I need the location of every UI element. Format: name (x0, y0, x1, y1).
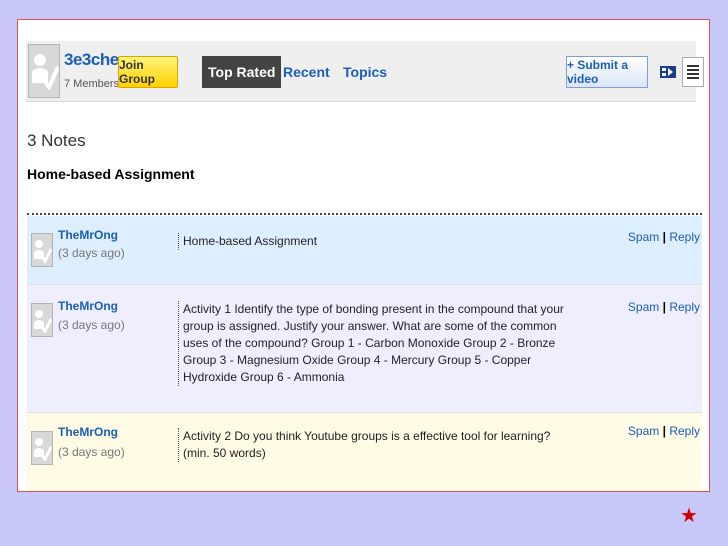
note-author[interactable]: TheMrOng (58, 425, 118, 439)
note-timestamp: (3 days ago) (58, 318, 125, 332)
divider (27, 213, 702, 215)
reply-link[interactable]: Reply (669, 230, 700, 244)
reply-link[interactable]: Reply (669, 300, 700, 314)
note-author[interactable]: TheMrOng (58, 228, 118, 242)
spam-link[interactable]: Spam (628, 230, 659, 244)
tab-topics[interactable]: Topics (343, 56, 387, 88)
group-avatar[interactable] (28, 44, 60, 98)
notes-subtitle: Home-based Assignment (27, 166, 195, 182)
star-icon: ★ (680, 505, 698, 527)
note-text: Activity 1 Identify the type of bonding … (178, 301, 571, 386)
spam-link[interactable]: Spam (628, 424, 659, 438)
note-author[interactable]: TheMrOng (58, 299, 118, 313)
group-header: 3e3chem 7 Members Join Group Top Rated R… (26, 41, 704, 102)
user-avatar-icon[interactable] (31, 303, 53, 337)
note-actions: Spam | Reply (627, 230, 700, 244)
note-text: Activity 2 Do you think Youtube groups i… (178, 428, 573, 462)
note-row: TheMrOng (3 days ago) Activity 1 Identif… (27, 285, 702, 413)
slide: 3e3chem 7 Members Join Group Top Rated R… (17, 19, 710, 492)
note-row: TheMrOng (3 days ago) Activity 2 Do you … (27, 413, 702, 491)
submit-video-button[interactable]: + Submit a video (566, 56, 648, 88)
join-group-button[interactable]: Join Group (118, 56, 178, 88)
grid-view-icon[interactable] (682, 57, 704, 87)
default-avatar-icon (32, 54, 59, 91)
note-timestamp: (3 days ago) (58, 445, 125, 459)
note-text: Home-based Assignment (178, 233, 573, 250)
spam-link[interactable]: Spam (628, 300, 659, 314)
user-avatar-icon[interactable] (31, 431, 53, 465)
note-timestamp: (3 days ago) (58, 246, 125, 260)
user-avatar-icon[interactable] (31, 233, 53, 267)
note-row: TheMrOng (3 days ago) Home-based Assignm… (27, 216, 702, 285)
tab-recent[interactable]: Recent (283, 56, 330, 88)
tab-top-rated[interactable]: Top Rated (202, 56, 282, 88)
group-member-count[interactable]: 7 Members (64, 78, 119, 90)
reply-link[interactable]: Reply (669, 424, 700, 438)
note-actions: Spam | Reply (627, 300, 700, 314)
list-view-icon[interactable] (658, 62, 678, 82)
notes-count: 3 Notes (27, 131, 86, 150)
note-actions: Spam | Reply (627, 424, 700, 438)
